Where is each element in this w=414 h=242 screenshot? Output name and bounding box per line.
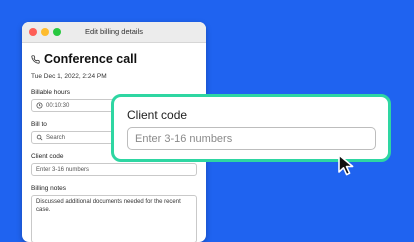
phone-icon (31, 54, 40, 64)
client-code-zoom-callout: Client code (111, 94, 391, 162)
call-date: Tue Dec 1, 2022, 2:24 PM (31, 73, 107, 80)
client-code-field[interactable]: Enter 3-16 numbers (31, 163, 197, 176)
mouse-pointer-icon (338, 154, 354, 176)
callout-client-code-label: Client code (127, 108, 188, 122)
client-code-placeholder: Enter 3-16 numbers (36, 166, 90, 173)
clock-icon (36, 102, 43, 109)
billing-notes-label: Billing notes (31, 185, 67, 192)
page-heading: Conference call (31, 52, 197, 66)
window-title: Edit billing details (85, 27, 143, 36)
bill-to-placeholder: Search (46, 134, 66, 141)
billing-notes-textarea[interactable]: Discussed additional documents needed fo… (31, 195, 197, 242)
callout-client-code-input[interactable] (127, 127, 376, 150)
billable-hours-value: 00:10:30 (46, 102, 70, 109)
title-bar: Edit billing details (22, 22, 206, 43)
search-icon (36, 134, 43, 141)
call-title: Conference call (44, 52, 138, 66)
